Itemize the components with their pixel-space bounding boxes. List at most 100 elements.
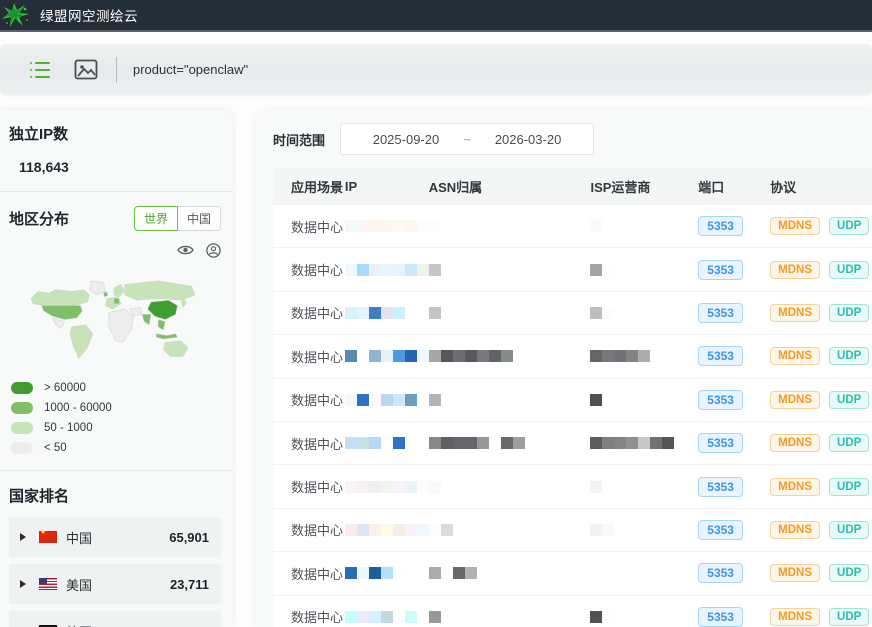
mosaic-block	[380, 523, 393, 536]
end-date[interactable]: 2026-03-20	[495, 132, 562, 147]
mosaic-block	[344, 393, 357, 406]
mosaic-block	[602, 220, 615, 233]
port-badge[interactable]: 5353	[698, 433, 743, 454]
protocol-badge-mdns[interactable]: MDNS	[770, 564, 821, 583]
protocol-badge-mdns[interactable]: MDNS	[770, 217, 821, 236]
expand-caret-icon[interactable]	[20, 580, 26, 588]
column-header: ISP运营商	[590, 179, 651, 195]
date-separator: ~	[463, 131, 471, 147]
port-badge[interactable]: 5353	[698, 389, 743, 410]
port-badge[interactable]: 5353	[698, 216, 743, 237]
table-row[interactable]: 数据中心 5353 MDNS UDP	[273, 464, 872, 508]
protocol-cell: MDNS UDP	[770, 520, 872, 539]
table-row[interactable]: 数据中心 5353 MDNS UDP	[273, 594, 872, 627]
search-query-text[interactable]: product="openclaw"	[133, 62, 248, 77]
table-row[interactable]: 数据中心 5353 MDNS UDP	[273, 420, 872, 465]
list-view-icon[interactable]	[28, 59, 52, 81]
isp-redacted-mosaic	[590, 263, 698, 276]
table-row[interactable]: 数据中心 5353 MDNS UDP	[273, 551, 872, 595]
isp-cell	[590, 437, 698, 450]
mosaic-block	[428, 480, 441, 493]
mosaic-block	[602, 610, 615, 623]
protocol-badge-udp[interactable]: UDP	[829, 477, 870, 496]
table-row[interactable]: 数据中心 5353 MDNS UDP	[273, 377, 872, 421]
protocol-badge-mdns[interactable]: MDNS	[770, 347, 821, 366]
country-ranking-row[interactable]: 德国 8,884	[9, 611, 221, 627]
protocol-badge-mdns[interactable]: MDNS	[770, 434, 821, 453]
table-row[interactable]: 数据中心 5353 MDNS UDP	[273, 290, 872, 335]
mosaic-block	[356, 393, 369, 406]
table-row[interactable]: 数据中心 5353 MDNS UDP	[273, 507, 872, 552]
port-badge[interactable]: 5353	[698, 259, 743, 280]
mosaic-block	[428, 263, 441, 276]
date-range-picker[interactable]: 2025-09-20 ~ 2026-03-20	[340, 123, 595, 155]
ip-redacted-mosaic	[344, 437, 429, 450]
port-badge[interactable]: 5353	[698, 302, 743, 323]
results-table: 应用场景 IP ASN归属 ISP运营商 端口 协议 数据中心 5353 MDNS UDP 数据中…	[273, 168, 872, 627]
mosaic-block	[590, 393, 603, 406]
port-cell: 5353	[698, 519, 770, 540]
mosaic-block	[416, 220, 429, 233]
protocol-badge-udp[interactable]: UDP	[829, 434, 870, 453]
protocol-badge-udp[interactable]: UDP	[829, 217, 870, 236]
port-cell: 5353	[698, 389, 770, 410]
region-tab-world[interactable]: 世界	[133, 206, 178, 231]
protocol-badge-udp[interactable]: UDP	[829, 520, 870, 539]
country-ranking-row[interactable]: 美国 23,711	[9, 564, 221, 604]
mosaic-block	[392, 393, 405, 406]
port-badge[interactable]: 5353	[698, 606, 743, 627]
mosaic-block	[590, 480, 603, 493]
port-cell: 5353	[698, 302, 770, 323]
table-row[interactable]: 数据中心 5353 MDNS UDP	[273, 334, 872, 378]
port-badge[interactable]: 5353	[698, 563, 743, 584]
protocol-badge-udp[interactable]: UDP	[829, 607, 870, 626]
country-ranking-list: 中国65,901美国23,711德国8,884新加坡8,482日本3,488	[9, 517, 221, 627]
protocol-badge-udp[interactable]: UDP	[829, 390, 870, 409]
image-view-icon[interactable]	[74, 59, 98, 80]
mosaic-block	[368, 350, 381, 363]
world-choropleth-map[interactable]	[15, 272, 221, 374]
mosaic-block	[380, 393, 393, 406]
ip-cell	[344, 350, 429, 363]
country-ranking-row[interactable]: 中国 65,901	[9, 517, 221, 557]
protocol-badge-mdns[interactable]: MDNS	[770, 260, 821, 279]
mosaic-block	[602, 350, 615, 363]
protocol-badge-udp[interactable]: UDP	[829, 564, 870, 583]
mosaic-block	[368, 437, 381, 450]
isp-redacted-mosaic	[590, 480, 698, 493]
mosaic-block	[428, 523, 441, 536]
protocol-badge-mdns[interactable]: MDNS	[770, 390, 821, 409]
protocol-badge-mdns[interactable]: MDNS	[770, 520, 821, 539]
protocol-badge-udp[interactable]: UDP	[829, 303, 870, 322]
start-date[interactable]: 2025-09-20	[373, 132, 440, 147]
table-body: 数据中心 5353 MDNS UDP 数据中心 5353 MDNS UDP 数据中心 5353 MD…	[273, 204, 872, 627]
isp-cell	[590, 523, 698, 536]
protocol-badge-udp[interactable]: UDP	[829, 260, 870, 279]
mosaic-block	[404, 523, 417, 536]
isp-redacted-mosaic	[590, 437, 698, 450]
region-tab-china[interactable]: 中国	[176, 206, 221, 231]
port-badge[interactable]: 5353	[698, 476, 743, 497]
mosaic-block	[452, 437, 465, 450]
protocol-badge-udp[interactable]: UDP	[829, 347, 870, 366]
person-icon[interactable]	[206, 243, 221, 258]
port-badge[interactable]: 5353	[698, 519, 743, 540]
table-row[interactable]: 数据中心 5353 MDNS UDP	[273, 247, 872, 291]
country-ip-count: 23,711	[169, 576, 209, 592]
mosaic-block	[614, 350, 627, 363]
protocol-badge-mdns[interactable]: MDNS	[770, 477, 821, 496]
protocol-badge-mdns[interactable]: MDNS	[770, 303, 821, 322]
column-header: ASN归属	[428, 179, 483, 195]
expand-caret-icon[interactable]	[20, 533, 26, 541]
mosaic-block	[368, 220, 381, 233]
asn-cell	[428, 220, 591, 233]
mosaic-block	[440, 350, 453, 363]
column-header: 应用场景	[291, 179, 344, 195]
results-panel: 时间范围 2025-09-20 ~ 2026-03-20 应用场景 IP ASN归属…	[255, 110, 872, 627]
table-row[interactable]: 数据中心 5353 MDNS UDP	[273, 204, 872, 248]
port-badge[interactable]: 5353	[698, 346, 743, 367]
protocol-badge-mdns[interactable]: MDNS	[770, 607, 821, 626]
scenario-cell: 数据中心	[291, 436, 344, 452]
ip-redacted-mosaic	[344, 263, 429, 276]
eye-icon[interactable]	[177, 243, 194, 257]
